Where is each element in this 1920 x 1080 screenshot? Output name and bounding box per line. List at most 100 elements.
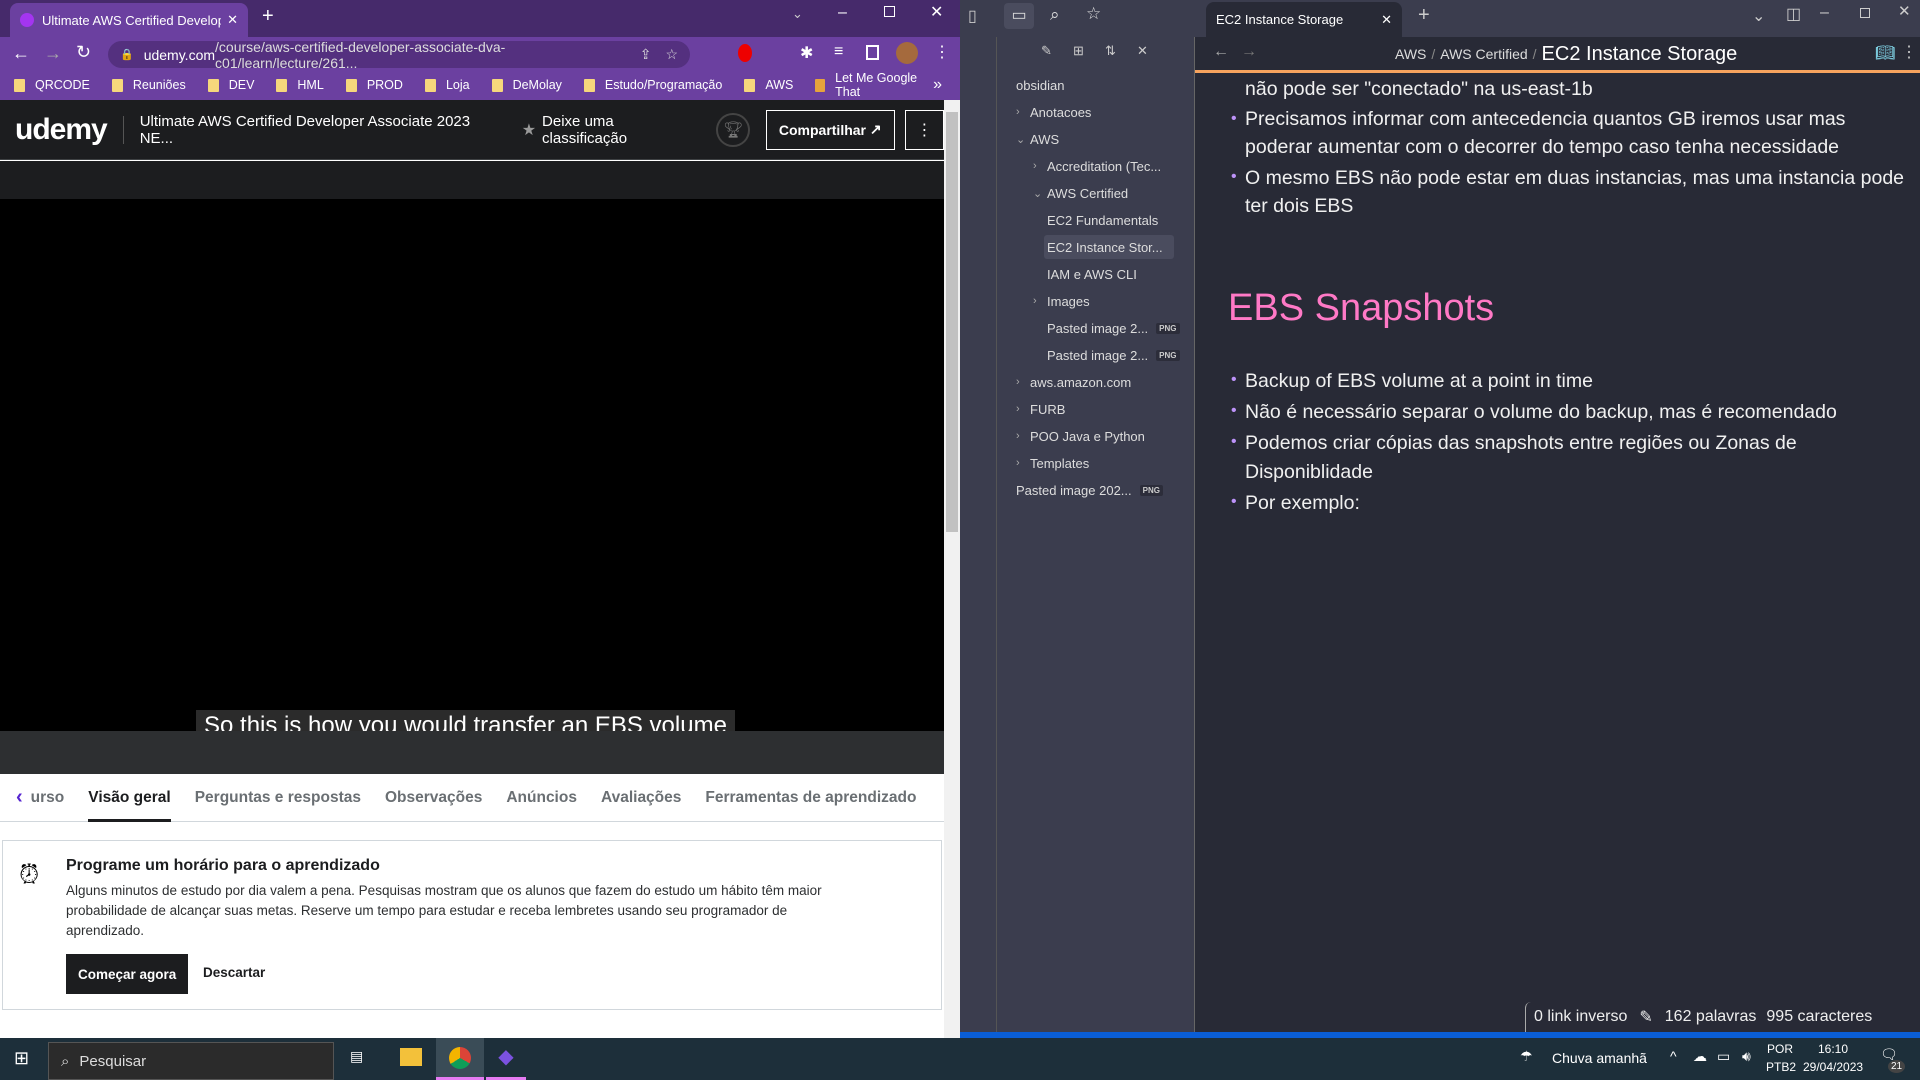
new-folder-icon[interactable]: ⊞ [1073,43,1084,59]
media-icon[interactable]: ≡ [834,43,843,61]
tree-item[interactable]: › Images [1033,289,1090,313]
bookmark[interactable]: DeMolay [491,78,562,92]
extensions-puzzle-icon[interactable]: ✱ [800,43,813,63]
reload-icon[interactable]: ↻ [76,42,91,63]
udemy-logo[interactable]: udemy [15,113,108,147]
tab-learning-tools[interactable]: Ferramentas de aprendizado [705,774,916,822]
bookmark[interactable]: Estudo/Programação [583,78,722,92]
minimize-icon[interactable]: – [1820,4,1829,22]
language-indicator[interactable]: POR [1767,1042,1793,1056]
bookmarks-star-icon[interactable]: ☆ [1086,4,1101,24]
tab-search-icon[interactable]: ⌄ [792,6,803,22]
tree-item[interactable]: › POO Java e Python [1016,424,1145,448]
tree-item[interactable]: › Accreditation (Tec... [1033,154,1161,178]
side-panel-icon[interactable] [866,45,879,60]
tray-chevron-icon[interactable]: ^ [1670,1048,1677,1064]
bookmark[interactable]: Let Me Google That [815,71,933,99]
right-sidebar-icon[interactable]: ◫ [1786,4,1801,24]
clock-date[interactable]: 29/04/2023 [1803,1060,1863,1074]
tab-reviews[interactable]: Avaliações [601,774,681,822]
url-bar[interactable]: 🔒 udemy.com /course/aws-certified-develo… [108,39,690,71]
more-bookmarks-button[interactable]: » [933,76,942,94]
tree-item[interactable]: › Anotacoes [1016,100,1091,124]
note-tab[interactable]: EC2 Instance Storage ✕ [1206,2,1402,37]
keyboard-layout[interactable]: PTB2 [1766,1060,1796,1074]
tree-item[interactable]: obsidian [1016,73,1064,97]
menu-icon[interactable]: ⋮ [934,42,950,62]
share-button[interactable]: Compartilhar ↗ [765,109,895,150]
tree-item[interactable]: Pasted image 2... PNG [1033,343,1180,367]
bookmark[interactable]: DEV [207,78,254,92]
tree-item[interactable]: EC2 Fundamentals [1047,208,1158,232]
toggle-sidebar-icon[interactable]: ▯ [968,6,977,26]
tab-list-icon[interactable]: ⌄ [1752,6,1765,26]
bookmark[interactable]: PROD [345,78,403,92]
maximize-icon[interactable] [1860,8,1870,18]
sort-icon[interactable]: ⇅ [1105,43,1116,59]
tab-announcements[interactable]: Anúncios [506,774,577,822]
nav-back-icon[interactable]: ← [1213,43,1229,61]
new-note-tab-button[interactable]: + [1418,4,1430,27]
obsidian-taskbar-icon[interactable]: ◆ [486,1038,526,1080]
avatar[interactable] [896,42,918,64]
tree-item[interactable]: › FURB [1016,397,1065,421]
tree-item[interactable]: › aws.amazon.com [1016,370,1131,394]
forward-icon[interactable]: → [44,43,62,64]
bookmark[interactable]: HML [276,78,324,92]
tree-item[interactable]: Pasted image 2... PNG [1033,316,1180,340]
course-title[interactable]: Ultimate AWS Certified Developer Associa… [140,113,502,147]
tree-item[interactable]: ⌄ AWS Certified [1033,181,1128,205]
note-title[interactable]: EC2 Instance Storage [1542,43,1738,66]
bookmark[interactable]: QRCODE [14,78,90,92]
minimize-icon[interactable]: – [838,4,847,22]
new-note-icon[interactable]: ✎ [1041,43,1052,59]
volume-icon[interactable]: 🔊︎ [1742,1048,1751,1065]
scroll-left-icon[interactable]: ‹ [16,786,23,809]
note-content[interactable]: … não pode ser "conectado" na us-east-1b… [1195,73,1920,1033]
reading-view-icon[interactable]: 📖︎ [1875,43,1895,63]
nav-forward-icon[interactable]: → [1241,43,1257,61]
files-icon[interactable]: ▭ [1004,3,1034,29]
scrollbar-thumb[interactable] [946,112,958,532]
search-icon[interactable]: ⌕ [1050,5,1060,25]
bookmark[interactable]: Loja [424,78,470,92]
collapse-all-icon[interactable]: ✕ [1137,43,1148,59]
task-view-icon[interactable]: ▤ [350,1048,363,1065]
close-note-tab-icon[interactable]: ✕ [1381,12,1392,28]
network-icon[interactable]: ▭ [1717,1048,1730,1065]
rate-link[interactable]: Deixe uma classificação [542,113,700,147]
tree-item[interactable]: › Templates [1016,451,1089,475]
video-player[interactable] [0,199,944,731]
file-explorer-icon[interactable] [400,1048,422,1066]
share-icon[interactable]: ⇪ [640,46,652,63]
chrome-taskbar-icon[interactable] [436,1038,484,1080]
weather-text[interactable]: Chuva amanhã [1552,1050,1647,1066]
tree-item[interactable]: EC2 Instance Stor... [1044,235,1174,259]
page-scrollbar[interactable] [944,100,960,1038]
new-tab-button[interactable]: + [262,5,274,28]
maximize-icon[interactable] [884,6,895,17]
bookmark[interactable]: AWS [744,78,793,92]
close-window-icon[interactable]: ✕ [1898,2,1911,20]
clock-time[interactable]: 16:10 [1818,1042,1848,1056]
close-window-icon[interactable]: ✕ [930,2,943,22]
tree-item[interactable]: Pasted image 202... PNG [1016,478,1163,502]
breadcrumb-item[interactable]: AWS Certified [1440,46,1527,62]
dismiss-button[interactable]: Descartar [203,965,265,980]
breadcrumb-item[interactable]: AWS [1395,46,1426,62]
back-icon[interactable]: ← [12,43,30,64]
more-options-button[interactable]: ⋮ [904,109,945,150]
close-tab-icon[interactable]: ✕ [227,12,238,28]
taskbar-search[interactable]: ⌕ Pesquisar [48,1042,334,1080]
more-options-icon[interactable]: ⋮ [1901,42,1917,62]
video-controls[interactable] [0,731,944,774]
tab-course-content[interactable]: urso [31,774,65,822]
tree-item[interactable]: IAM e AWS CLI [1047,262,1137,286]
start-now-button[interactable]: Começar agora [66,954,189,994]
tab-qa[interactable]: Perguntas e respostas [195,774,361,822]
browser-tab[interactable]: Ultimate AWS Certified Developer Associa… [10,3,248,37]
onedrive-icon[interactable]: ☁ [1693,1048,1707,1065]
bookmark-star-icon[interactable]: ☆ [665,46,678,63]
bookmark[interactable]: Reuniões [111,78,186,92]
windows-start-icon[interactable]: ⊞ [14,1048,29,1069]
